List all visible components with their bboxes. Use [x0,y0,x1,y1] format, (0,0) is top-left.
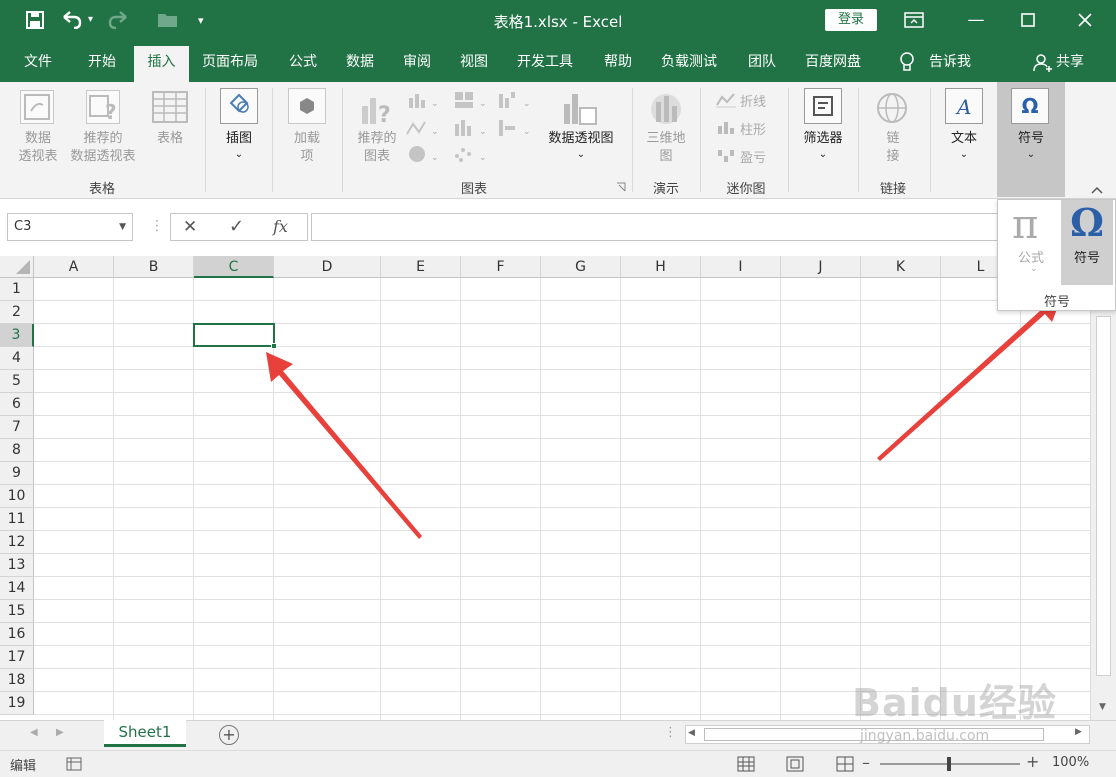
status-bar: 编辑 – + 100% [0,750,1116,777]
zoom-level[interactable]: 100% [1052,755,1089,770]
symbol-label: 符号 [1073,251,1100,266]
status-mode: 编辑 [10,759,37,774]
watermark-url: jingyan.baidu.com [860,728,990,744]
zoom-out-button[interactable]: – [862,753,870,772]
page-layout-view-icon[interactable] [786,756,804,772]
zoom-slider[interactable] [880,757,1020,771]
chevron-down-icon: ⌄ [1030,264,1038,274]
symbol-button[interactable]: Ω 符号 [1061,200,1113,285]
scroll-right-icon[interactable]: ▶ [1075,727,1082,737]
macro-record-icon[interactable] [66,757,82,771]
equation-icon: π [1012,202,1039,248]
tab-split-handle[interactable]: ⋮ [664,725,677,740]
watermark: Baidu经验 [852,681,1057,725]
symbols-dropdown: π 公式 ⌄ Ω 符号 符号 [997,199,1116,311]
arrow-to-cell-c3 [266,352,422,539]
page-break-view-icon[interactable] [836,756,854,772]
sheet-tab-sheet1[interactable]: Sheet1 [104,720,186,747]
zoom-slider-thumb[interactable] [947,757,951,771]
next-sheet-icon[interactable]: ▶ [56,727,64,738]
arrow-to-symbol-button [877,296,1062,461]
omega-icon: Ω [1070,200,1104,245]
normal-view-icon[interactable] [737,756,755,772]
group-symbols: 符号 [1043,295,1070,310]
annotation-arrows [266,296,1062,539]
add-sheet-button[interactable]: + [219,725,239,745]
scroll-left-icon[interactable]: ◀ [688,728,695,738]
prev-sheet-icon[interactable]: ◀ [30,727,38,738]
zoom-in-button[interactable]: + [1026,752,1039,771]
